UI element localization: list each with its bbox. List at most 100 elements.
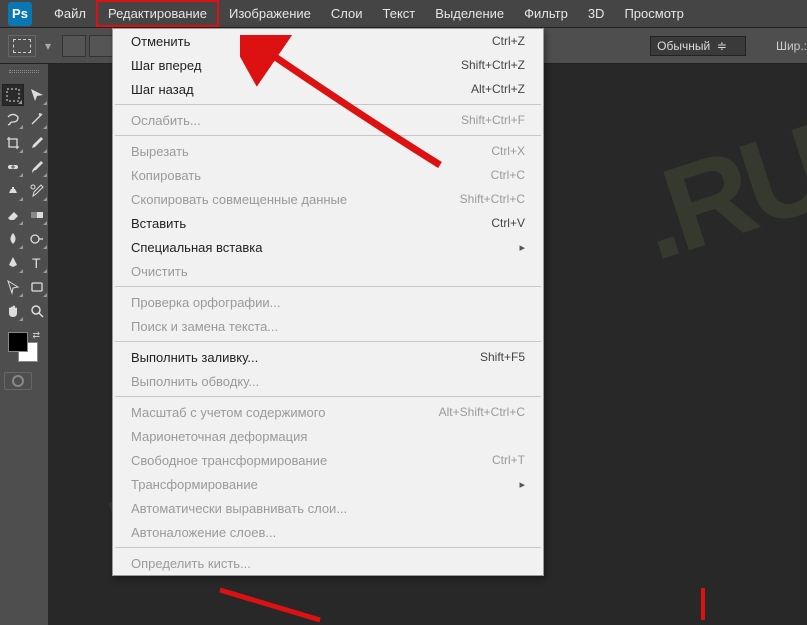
menu-item-8: Скопировать совмещенные данныеShift+Ctrl… [113,187,543,211]
hand-tool[interactable] [2,300,24,322]
menu-3d[interactable]: 3D [578,2,615,25]
menu-item-shortcut: Ctrl+X [491,144,525,158]
menu-item-shortcut: Shift+Ctrl+C [460,192,525,206]
menu-text[interactable]: Текст [373,2,426,25]
type-tool[interactable]: T [26,252,48,274]
menu-item-label: Отменить [131,34,492,49]
menu-select[interactable]: Выделение [425,2,514,25]
menu-item-label: Специальная вставка [131,240,511,255]
blend-mode-select[interactable]: Обычный ≑ [650,36,746,56]
submenu-arrow-icon: ▸ [519,478,525,491]
selection-new-button[interactable] [62,35,86,57]
menu-separator [115,396,541,397]
menu-item-label: Копировать [131,168,491,183]
magic-wand-tool[interactable] [26,108,48,130]
menu-item-label: Определить кисть... [131,556,525,571]
history-brush-tool[interactable] [26,180,48,202]
menu-image[interactable]: Изображение [219,2,321,25]
menu-item-label: Свободное трансформирование [131,453,492,468]
edit-menu-dropdown: ОтменитьCtrl+ZШаг впередShift+Ctrl+ZШаг … [112,28,544,576]
brush-tool[interactable] [26,156,48,178]
menu-item-shortcut: Shift+Ctrl+F [461,113,525,127]
menu-item-20: Марионеточная деформация [113,424,543,448]
menu-item-14: Поиск и замена текста... [113,314,543,338]
menu-item-label: Очистить [131,264,525,279]
menu-item-4: Ослабить...Shift+Ctrl+F [113,108,543,132]
menu-separator [115,547,541,548]
menu-item-shortcut: Ctrl+C [491,168,525,182]
clone-stamp-tool[interactable] [2,180,24,202]
menu-item-21: Свободное трансформированиеCtrl+T [113,448,543,472]
menu-item-22: Трансформирование ▸ [113,472,543,496]
zoom-tool[interactable] [26,300,48,322]
menu-item-16[interactable]: Выполнить заливку...Shift+F5 [113,345,543,369]
menu-edit[interactable]: Редактирование [96,0,219,27]
svg-text:T: T [32,255,41,271]
menu-item-label: Трансформирование [131,477,511,492]
path-selection-tool[interactable] [2,276,24,298]
selection-add-button[interactable] [89,35,113,57]
menu-view[interactable]: Просмотр [614,2,693,25]
menu-item-label: Шаг назад [131,82,471,97]
menu-item-10[interactable]: Специальная вставка ▸ [113,235,543,259]
foreground-color-swatch[interactable] [8,332,28,352]
menu-item-6: ВырезатьCtrl+X [113,139,543,163]
menu-item-17: Выполнить обводку... [113,369,543,393]
menu-file[interactable]: Файл [44,2,96,25]
menu-item-label: Шаг вперед [131,58,461,73]
blur-tool[interactable] [2,228,24,250]
menu-item-1[interactable]: Шаг впередShift+Ctrl+Z [113,53,543,77]
lasso-tool[interactable] [2,108,24,130]
menu-item-7: КопироватьCtrl+C [113,163,543,187]
menu-layers[interactable]: Слои [321,2,373,25]
menu-item-shortcut: Ctrl+T [492,453,525,467]
swap-colors-icon[interactable]: ⇄ [32,330,40,341]
menu-item-11: Очистить [113,259,543,283]
menu-item-label: Проверка орфографии... [131,295,525,310]
menu-item-label: Вставить [131,216,491,231]
eyedropper-tool[interactable] [26,132,48,154]
menu-item-shortcut: Ctrl+Z [492,34,525,48]
menu-item-13: Проверка орфографии... [113,290,543,314]
panel-grip-icon[interactable] [0,70,48,80]
menu-item-0[interactable]: ОтменитьCtrl+Z [113,29,543,53]
menu-filter[interactable]: Фильтр [514,2,578,25]
menu-item-label: Скопировать совмещенные данные [131,192,460,207]
menu-item-label: Выполнить обводку... [131,374,525,389]
quick-mask-button[interactable] [4,372,32,390]
menu-separator [115,341,541,342]
menu-item-23: Автоматически выравнивать слои... [113,496,543,520]
tool-preset-chevron-icon[interactable]: ▾ [42,39,54,53]
menu-item-24: Автоналожение слоев... [113,520,543,544]
menu-item-26: Определить кисть... [113,551,543,575]
submenu-arrow-icon: ▸ [519,241,525,254]
menu-item-label: Масштаб с учетом содержимого [131,405,439,420]
crop-tool[interactable] [2,132,24,154]
marquee-tool[interactable] [2,84,24,106]
menu-item-label: Поиск и замена текста... [131,319,525,334]
menu-item-label: Ослабить... [131,113,461,128]
menu-item-shortcut: Shift+F5 [480,350,525,364]
healing-brush-tool[interactable] [2,156,24,178]
dodge-tool[interactable] [26,228,48,250]
menu-item-9[interactable]: ВставитьCtrl+V [113,211,543,235]
menu-item-label: Автоналожение слоев... [131,525,525,540]
gradient-tool[interactable] [26,204,48,226]
watermark-text: .RU [622,98,807,288]
menu-item-2[interactable]: Шаг назадAlt+Ctrl+Z [113,77,543,101]
annotation-arrow-2-icon [210,585,330,625]
menu-item-label: Марионеточная деформация [131,429,525,444]
tool-preset[interactable] [8,35,36,57]
tools-panel: T ⇄ [0,64,48,625]
move-tool[interactable] [26,84,48,106]
menu-item-label: Автоматически выравнивать слои... [131,501,525,516]
menu-separator [115,135,541,136]
pen-tool[interactable] [2,252,24,274]
shape-tool[interactable] [26,276,48,298]
menu-separator [115,104,541,105]
annotation-mark [701,588,705,620]
app-logo: Ps [8,2,32,26]
menu-item-19: Масштаб с учетом содержимогоAlt+Shift+Ct… [113,400,543,424]
eraser-tool[interactable] [2,204,24,226]
color-swatches[interactable]: ⇄ [8,332,38,362]
